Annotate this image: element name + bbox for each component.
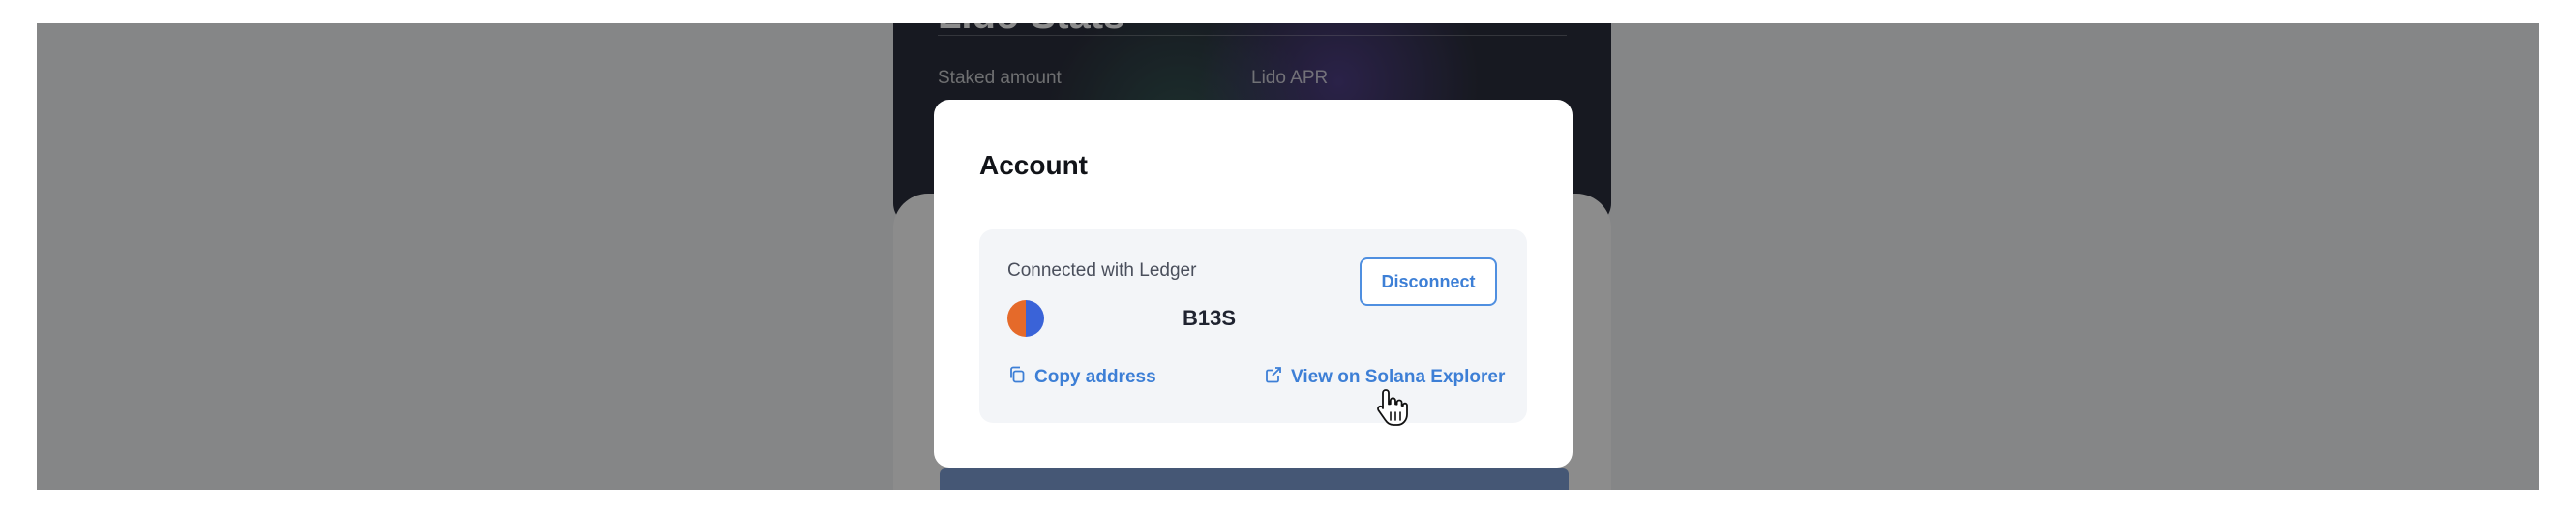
modal-title: Account [979,150,1088,180]
account-address: B13S [1183,306,1237,330]
account-modal: Account Connected with Ledger B13S Disco… [934,100,1573,468]
app-viewport: Lido Stats Staked amount Lido APR Accoun… [37,23,2539,490]
account-card: Connected with Ledger B13S Disconnect Co… [979,229,1527,423]
wallet-avatar [1007,300,1044,337]
copy-address-link[interactable]: Copy address [1007,365,1156,390]
hand-pointer-cursor-icon [1377,389,1408,426]
disconnect-button[interactable]: Disconnect [1360,257,1497,306]
copy-address-label: Copy address [1034,367,1156,387]
connected-with-text: Connected with Ledger [1007,260,1197,281]
view-on-explorer-label: View on Solana Explorer [1291,367,1506,387]
copy-icon [1007,365,1027,390]
external-link-icon [1264,365,1283,390]
